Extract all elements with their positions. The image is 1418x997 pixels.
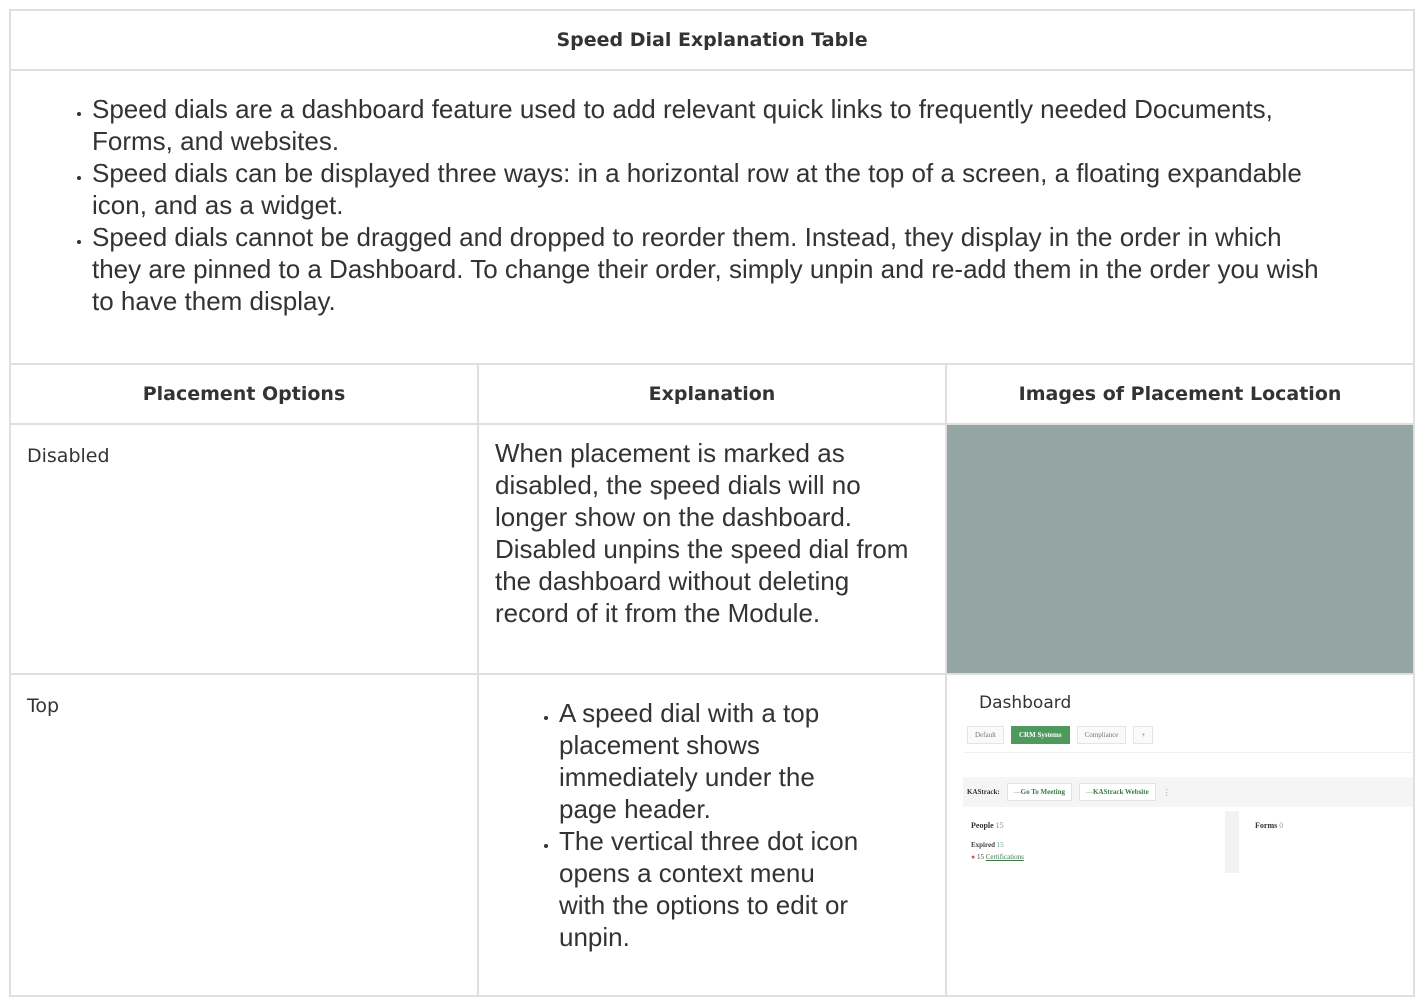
- certifications-line: ● 15 Certifications: [971, 853, 1024, 861]
- explanation-text: When placement is marked as disabled, th…: [495, 438, 909, 628]
- intro-bullet: Speed dials can be displayed three ways:…: [92, 157, 1333, 221]
- option-cell: Disabled: [9, 423, 479, 675]
- intro-bullet: Speed dials are a dashboard feature used…: [92, 93, 1333, 157]
- explanation-bullet: A speed dial with a top placement shows …: [559, 697, 865, 825]
- explanation-bullet: The vertical three dot icon opens a cont…: [559, 825, 865, 953]
- speed-dial-chip: KAStrack Website: [1079, 783, 1156, 801]
- image-cell: Dashboard Default CRM Systems Compliance…: [944, 673, 1416, 997]
- speed-dial-bar: KAStrack: Go To Meeting KAStrack Website…: [963, 777, 1414, 807]
- column-header-images: Images of Placement Location: [944, 363, 1416, 425]
- tab-default: Default: [967, 726, 1004, 744]
- expired-line: Expired 15: [971, 841, 1004, 849]
- intro-cell: Speed dials are a dashboard feature used…: [8, 69, 1416, 365]
- image-cell: [944, 423, 1416, 675]
- table-row: Disabled When placement is marked as dis…: [9, 423, 1416, 675]
- tab-add: +: [1133, 726, 1154, 744]
- placeholder-image: [947, 425, 1414, 673]
- people-heading: People 15: [971, 821, 1004, 830]
- explanation-cell: When placement is marked as disabled, th…: [477, 423, 947, 675]
- column-header-placement: Placement Options: [9, 363, 479, 425]
- speed-dial-bar-label: KAStrack:: [967, 788, 1000, 796]
- table-title: Speed Dial Explanation Table: [8, 9, 1416, 71]
- status-dot-icon: ●: [971, 853, 976, 861]
- column-header-explanation: Explanation: [477, 363, 947, 425]
- dashboard-title: Dashboard: [979, 693, 1072, 713]
- people-widget: People 15 Expired 15 ● 15 Certifications…: [963, 811, 1237, 873]
- certifications-link: Certifications: [985, 853, 1024, 861]
- dashboard-tabs: Default CRM Systems Compliance +: [967, 726, 1154, 744]
- intro-list: Speed dials are a dashboard feature used…: [11, 93, 1413, 317]
- tab-crm-systems: CRM Systems: [1011, 726, 1070, 744]
- divider: [963, 752, 1414, 753]
- explanation-cell: A speed dial with a top placement shows …: [477, 673, 947, 997]
- option-label: Top: [27, 695, 60, 717]
- dashboard-screenshot: Dashboard Default CRM Systems Compliance…: [947, 675, 1414, 995]
- table-row: Top A speed dial with a top placement sh…: [9, 673, 1416, 997]
- scrollbar: [1225, 811, 1239, 873]
- forms-widget: Forms 0: [1255, 821, 1284, 830]
- intro-bullet: Speed dials cannot be dragged and droppe…: [92, 221, 1333, 317]
- vertical-dots-icon: ⋮: [1162, 787, 1171, 797]
- tab-compliance: Compliance: [1076, 726, 1127, 744]
- speed-dial-table: Speed Dial Explanation Table Speed dials…: [8, 9, 1416, 997]
- option-cell: Top: [9, 673, 479, 997]
- explanation-list: A speed dial with a top placement shows …: [479, 697, 945, 953]
- option-label: Disabled: [27, 445, 110, 467]
- speed-dial-chip: Go To Meeting: [1006, 783, 1073, 801]
